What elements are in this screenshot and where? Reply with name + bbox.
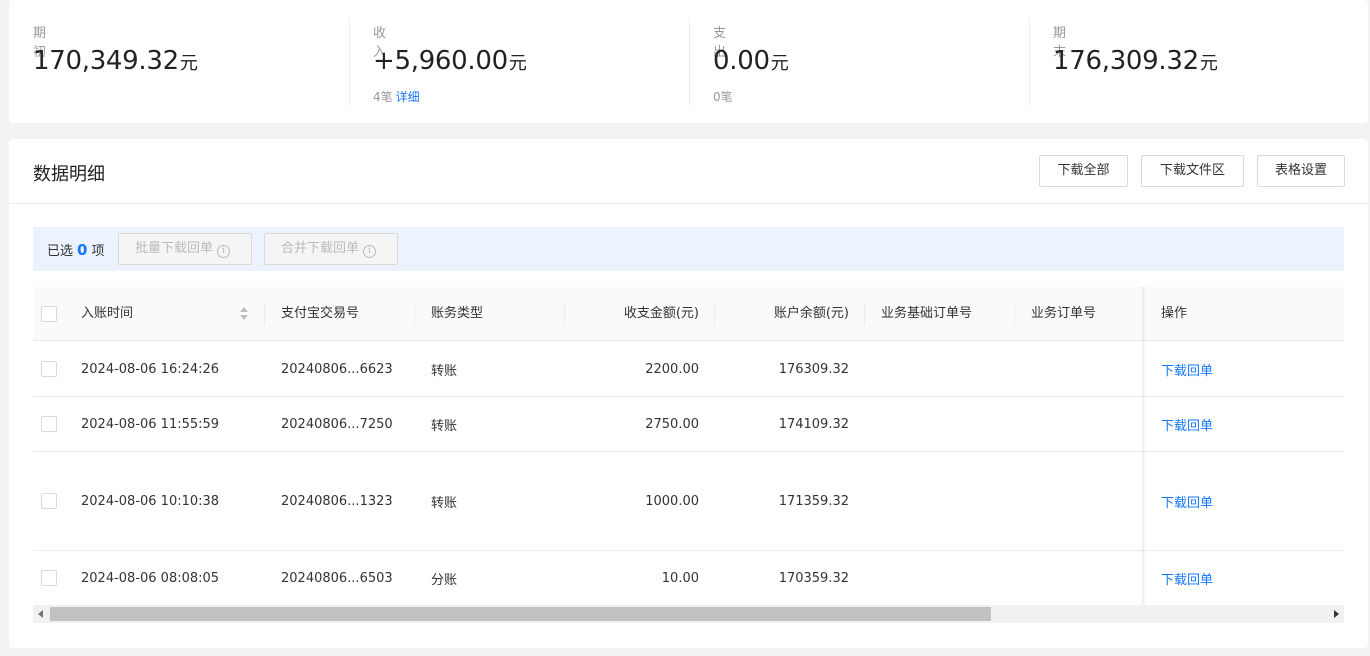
- cell-trade-no: 20240806...6623: [281, 361, 393, 377]
- closing-unit: 元: [1199, 53, 1218, 74]
- table-row: 2024-08-06 16:24:26 20240806...6623 转账 2…: [33, 342, 1344, 397]
- column-header-order: 业务订单号: [1031, 306, 1097, 321]
- income-amount: +5,960.00: [373, 46, 508, 76]
- cell-time: 2024-08-06 11:55:59: [81, 416, 220, 432]
- column-header-type: 账务类型: [431, 306, 484, 321]
- cell-amount: 10.00: [661, 570, 699, 586]
- cell-type: 分账: [431, 572, 458, 588]
- expense-sub: 0笔: [713, 88, 733, 105]
- scrollbar-thumb[interactable]: [50, 607, 991, 621]
- row-checkbox[interactable]: [41, 361, 57, 377]
- cell-type: 转账: [431, 495, 458, 511]
- column-divider: [1014, 303, 1015, 325]
- cell-trade-no: 20240806...1323: [281, 493, 393, 509]
- cell-type: 转账: [431, 418, 458, 434]
- selection-text: 已选 0 项: [47, 240, 104, 259]
- table-header: 入账时间 支付宝交易号 账务类型 收支金额(元) 账户余额(元) 业务基础订单号…: [33, 287, 1344, 341]
- scroll-left-arrow-icon[interactable]: [38, 610, 43, 618]
- download-receipt-link[interactable]: 下载回单: [1161, 342, 1213, 396]
- cell-time: 2024-08-06 08:08:05: [81, 570, 220, 586]
- download-all-button[interactable]: 下载全部: [1039, 155, 1128, 187]
- batch-download-label: 批量下载回单: [135, 241, 214, 256]
- batch-download-button[interactable]: 批量下载回单 i: [118, 233, 252, 265]
- selection-bar: 已选 0 项 批量下载回单 i 合并下载回单 i: [33, 227, 1344, 271]
- download-receipt-link[interactable]: 下载回单: [1161, 397, 1213, 451]
- cell-trade-no: 20240806...6503: [281, 570, 393, 586]
- summary-card: 期初 170,349.32元 收入 +5,960.00元 4笔 详细 支出 0.0…: [9, 0, 1368, 123]
- cell-amount: 2750.00: [645, 416, 699, 432]
- expense-amount: 0.00: [713, 46, 770, 76]
- cell-balance: 174109.32: [778, 416, 849, 432]
- download-receipt-link[interactable]: 下载回单: [1161, 551, 1213, 605]
- detail-card: 数据明细 下载全部 下载文件区 表格设置 已选 0 项 批量下载回单 i 合并下载回单…: [9, 139, 1368, 648]
- cell-time: 2024-08-06 16:24:26: [81, 361, 220, 377]
- sort-icon[interactable]: [240, 307, 248, 321]
- cell-amount: 2200.00: [645, 361, 699, 377]
- column-divider: [414, 303, 415, 325]
- income-value: +5,960.00元: [373, 46, 527, 76]
- column-divider: [264, 303, 265, 325]
- detail-title: 数据明细: [33, 164, 105, 185]
- download-folder-button[interactable]: 下载文件区: [1141, 155, 1244, 187]
- table-row: 2024-08-06 11:55:59 20240806...7250 转账 2…: [33, 397, 1344, 452]
- header-divider: [9, 203, 1368, 204]
- horizontal-scrollbar[interactable]: [33, 605, 1344, 623]
- selection-suffix: 项: [91, 244, 105, 259]
- scroll-right-arrow-icon[interactable]: [1334, 610, 1339, 618]
- column-header-trade-no: 支付宝交易号: [281, 306, 360, 321]
- income-sub: 4笔 详细: [373, 88, 420, 105]
- expense-unit: 元: [770, 53, 789, 74]
- opening-value: 170,349.32元: [33, 46, 198, 76]
- info-circle-icon: i: [363, 245, 377, 258]
- column-header-amount: 收支金额(元): [623, 306, 699, 321]
- column-header-base-order: 业务基础订单号: [881, 306, 973, 321]
- fixed-column-shadow: [1142, 287, 1146, 605]
- stat-divider: [689, 18, 690, 106]
- transactions-table: 入账时间 支付宝交易号 账务类型 收支金额(元) 账户余额(元) 业务基础订单号…: [33, 287, 1344, 605]
- cell-type: 转账: [431, 363, 458, 379]
- expense-count: 0笔: [713, 90, 733, 104]
- cell-time: 2024-08-06 10:10:38: [81, 493, 220, 509]
- income-unit: 元: [508, 53, 527, 74]
- closing-amount: 176,309.32: [1053, 46, 1199, 76]
- closing-value: 176,309.32元: [1053, 46, 1218, 76]
- row-checkbox[interactable]: [41, 570, 57, 586]
- opening-amount: 170,349.32: [33, 46, 179, 76]
- selection-prefix: 已选: [47, 244, 74, 259]
- income-detail-link[interactable]: 详细: [396, 90, 420, 104]
- merge-download-label: 合并下载回单: [281, 241, 360, 256]
- cell-balance: 170359.32: [778, 570, 849, 586]
- column-header-balance: 账户余额(元): [773, 306, 849, 321]
- cell-balance: 176309.32: [778, 361, 849, 377]
- info-circle-icon: i: [217, 245, 231, 258]
- table-row: 2024-08-06 10:10:38 20240806...1323 转账 1…: [33, 452, 1344, 551]
- row-checkbox[interactable]: [41, 493, 57, 509]
- cell-balance: 171359.32: [778, 493, 849, 509]
- table-row: 2024-08-06 08:08:05 20240806...6503 分账 1…: [33, 551, 1344, 605]
- column-header-action: 操作: [1161, 306, 1188, 321]
- column-divider: [864, 303, 865, 325]
- row-checkbox[interactable]: [41, 416, 57, 432]
- expense-value: 0.00元: [713, 46, 789, 76]
- stat-divider: [1029, 18, 1030, 106]
- cell-amount: 1000.00: [645, 493, 699, 509]
- cell-trade-no: 20240806...7250: [281, 416, 393, 432]
- table-settings-button[interactable]: 表格设置: [1257, 155, 1345, 187]
- select-all-checkbox[interactable]: [41, 306, 57, 322]
- stat-divider: [349, 18, 350, 106]
- column-header-time[interactable]: 入账时间: [81, 287, 133, 341]
- selection-count: 0: [77, 241, 88, 259]
- opening-unit: 元: [179, 53, 198, 74]
- merge-download-button[interactable]: 合并下载回单 i: [264, 233, 398, 265]
- income-count: 4笔: [373, 90, 393, 104]
- download-receipt-link[interactable]: 下载回单: [1161, 452, 1213, 550]
